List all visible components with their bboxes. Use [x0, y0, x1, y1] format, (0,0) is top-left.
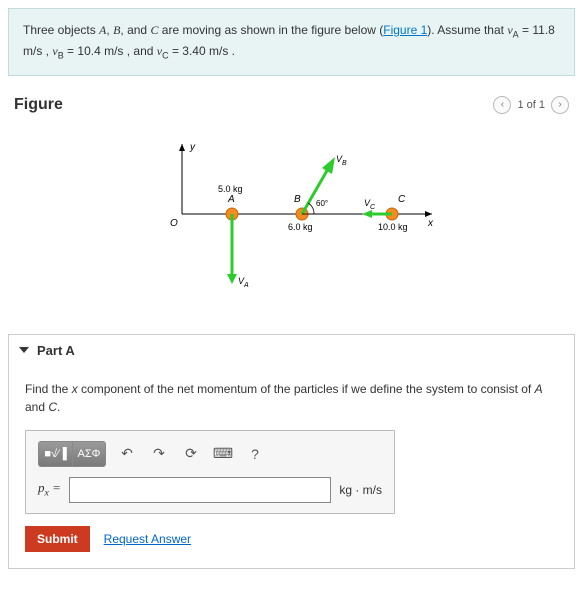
figure-prev-button[interactable]: ‹	[493, 96, 511, 114]
problem-text: Three objects A, B, and C are moving as …	[23, 23, 555, 58]
svg-text:VA: VA	[238, 276, 249, 289]
obj-B-label: B	[294, 194, 301, 205]
figure-canvas: y x O A 5.0 kg VA B 60° 6.0 kg VB C	[14, 114, 569, 324]
obj-A-label: A	[227, 194, 235, 205]
obj-B-angle: 60°	[316, 199, 328, 208]
figure-next-button[interactable]: ›	[551, 96, 569, 114]
part-a-title: Part A	[37, 343, 75, 358]
obj-C-label: C	[398, 194, 406, 205]
part-a-header[interactable]: Part A	[9, 335, 574, 366]
reset-button[interactable]: ⟳	[180, 443, 202, 465]
obj-C-mass: 10.0 kg	[378, 222, 408, 232]
figure-page-indicator: 1 of 1	[517, 99, 545, 111]
origin-label: O	[170, 218, 178, 229]
answer-units: kg · m/s	[339, 483, 382, 497]
submit-button[interactable]: Submit	[25, 526, 90, 552]
help-button[interactable]: ?	[244, 443, 266, 465]
obj-A-mass: 5.0 kg	[218, 184, 243, 194]
figure-section: Figure ‹ 1 of 1 › y x O A 5.0 kg VA	[0, 76, 583, 334]
svg-text:VC: VC	[364, 198, 376, 211]
collapse-caret-icon	[19, 347, 29, 353]
problem-statement: Three objects A, B, and C are moving as …	[8, 8, 575, 76]
part-a-question: Find the x component of the net momentum…	[25, 380, 558, 416]
figure-title: Figure	[14, 96, 63, 114]
undo-button[interactable]: ↶	[116, 443, 138, 465]
svg-text:VB: VB	[336, 154, 347, 167]
figure-diagram: y x O A 5.0 kg VA B 60° 6.0 kg VB C	[142, 134, 442, 304]
answer-lhs: px =	[38, 480, 61, 499]
request-answer-link[interactable]: Request Answer	[104, 532, 191, 546]
obj-B-mass: 6.0 kg	[288, 222, 313, 232]
axis-x-label: x	[427, 218, 434, 229]
axis-y-label: y	[189, 142, 196, 153]
answer-toolbar: ■√⁄▐ ΑΣΦ ↶ ↷ ⟳ ⌨ ?	[38, 441, 382, 467]
figure-pager: ‹ 1 of 1 ›	[493, 96, 569, 114]
keyboard-button[interactable]: ⌨	[212, 443, 234, 465]
part-a-panel: Part A Find the x component of the net m…	[8, 334, 575, 569]
greek-button[interactable]: ΑΣΦ	[72, 441, 106, 467]
figure-link[interactable]: Figure 1	[383, 23, 427, 37]
answer-region: ■√⁄▐ ΑΣΦ ↶ ↷ ⟳ ⌨ ? px = kg · m/s	[25, 430, 395, 514]
answer-input[interactable]	[69, 477, 331, 503]
redo-button[interactable]: ↷	[148, 443, 170, 465]
templates-button[interactable]: ■√⁄▐	[38, 441, 72, 467]
